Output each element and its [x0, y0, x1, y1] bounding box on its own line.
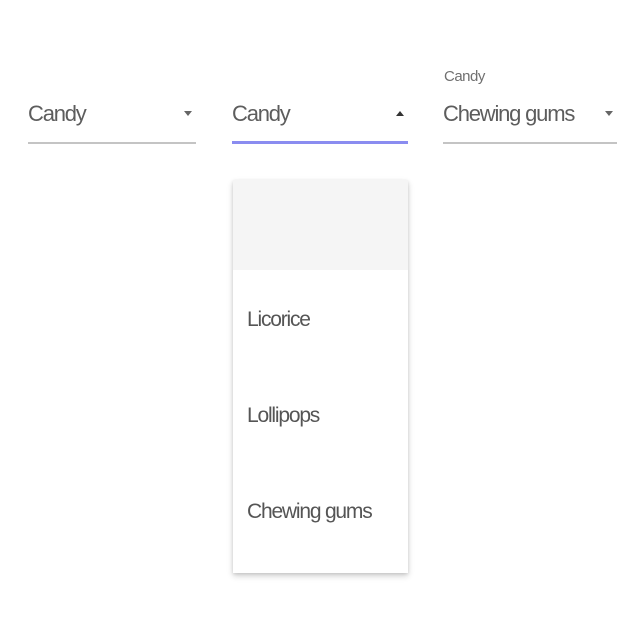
select-underline [443, 142, 617, 144]
menu-option-label: Licorice [247, 308, 311, 331]
select-value: Chewing gums [443, 101, 575, 126]
menu-option-label: Lollipops [247, 404, 320, 427]
select-underline [28, 142, 196, 144]
chevron-down-icon [605, 111, 613, 116]
menu-option-licorice[interactable]: Licorice [233, 270, 408, 366]
menu-option-label: Chewing gums [247, 500, 373, 523]
candy-select-open[interactable]: Candy [232, 64, 408, 148]
dropdown-menu: Licorice Lollipops Chewing gums [233, 180, 408, 573]
select-floating-label: Candy [444, 68, 485, 85]
page: Candy Candy Candy Chewing gums Licorice … [0, 0, 640, 640]
chevron-down-icon [184, 111, 192, 116]
candy-select-closed[interactable]: Candy [28, 64, 196, 148]
candy-select-filled[interactable]: Candy Chewing gums [443, 64, 617, 148]
menu-option-empty[interactable] [233, 180, 408, 270]
select-value: Candy [28, 101, 87, 126]
select-value: Candy [232, 101, 291, 126]
menu-option-chewing-gums[interactable]: Chewing gums [233, 462, 408, 558]
menu-option-lollipops[interactable]: Lollipops [233, 366, 408, 462]
chevron-up-icon [396, 111, 404, 116]
select-underline-focused [232, 141, 408, 144]
